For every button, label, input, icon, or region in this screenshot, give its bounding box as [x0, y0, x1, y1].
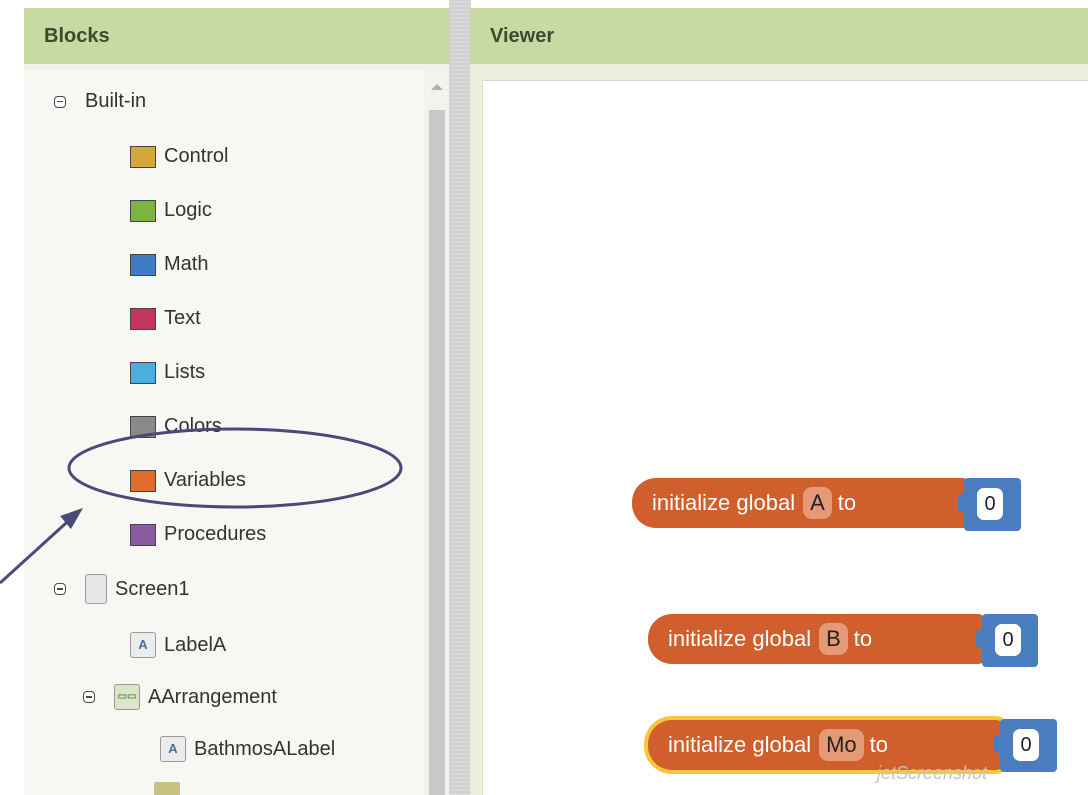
- annotation-overlay: [0, 427, 403, 585]
- app-inventor-blocks-editor: Blocks Built-in Control Logic Math Text …: [0, 0, 1088, 795]
- highlight-ellipse: [67, 427, 403, 509]
- annotation-arrow: [0, 512, 78, 585]
